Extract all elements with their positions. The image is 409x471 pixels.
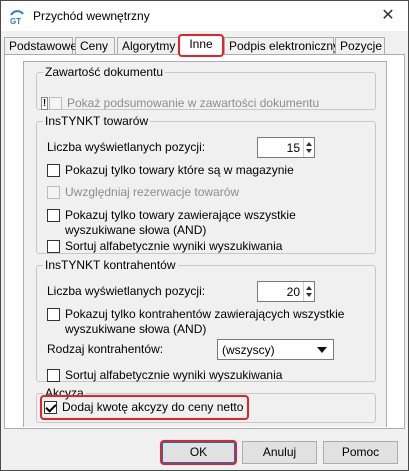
reservations-checkbox[interactable] xyxy=(47,186,60,199)
group-document-contents: Zawartość dokumentu ! Pokaż podsumowanie… xyxy=(36,65,376,110)
only-in-stock-checkbox[interactable] xyxy=(47,164,60,177)
tab-inne[interactable]: Inne xyxy=(178,34,224,57)
cancel-button[interactable]: Anuluj xyxy=(242,441,317,464)
contractors-type-label: Rodzaj kontrahentów: xyxy=(47,342,164,356)
goods-all-words-checkbox[interactable] xyxy=(47,209,60,222)
contractors-sort-label: Sortuj alfabetycznie wyniki wyszukiwania xyxy=(65,368,283,382)
options-area: Zawartość dokumentu ! Pokaż podsumowanie… xyxy=(23,61,387,427)
reservations-label: Uwzględniaj rezerwacje towarów xyxy=(65,185,240,199)
goods-count-label: Liczba wyświetlanych pozycji: xyxy=(47,140,206,154)
group-instynkt-contractors: InsTYNKT kontrahentów Liczba wyświetlany… xyxy=(36,258,376,382)
help-button[interactable]: Pomoc xyxy=(323,441,398,464)
goods-count-spinner[interactable]: 15 xyxy=(257,137,315,158)
goods-all-words-option[interactable]: Pokazuj tylko towary zawierające wszystk… xyxy=(47,208,347,238)
goods-sort-option[interactable]: Sortuj alfabetycznie wyniki wyszukiwania xyxy=(47,239,282,254)
only-in-stock-label: Pokazuj tylko towary które są w magazyni… xyxy=(65,163,294,177)
spin-down-icon[interactable] xyxy=(306,149,312,153)
reservations-option[interactable]: Uwzględniaj rezerwacje towarów xyxy=(47,185,239,200)
group-title: InsTYNKT towarów xyxy=(45,114,149,128)
spinner-arrows[interactable] xyxy=(303,282,314,301)
app-logo-icon: GT xyxy=(9,9,25,26)
group-title: Zawartość dokumentu xyxy=(45,65,164,79)
contractors-sort-option[interactable]: Sortuj alfabetycznie wyniki wyszukiwania xyxy=(47,368,282,383)
goods-sort-checkbox[interactable] xyxy=(47,240,60,253)
show-summary-option[interactable]: ! Pokaż podsumowanie w zawartości dokume… xyxy=(41,96,319,111)
contractors-count-label: Liczba wyświetlanych pozycji: xyxy=(47,284,206,298)
add-excise-checkbox[interactable] xyxy=(44,401,57,414)
contractors-type-select[interactable]: (wszyscy) xyxy=(217,339,334,360)
contractors-all-words-option[interactable]: Pokazuj tylko kontrahentów zawierających… xyxy=(47,307,357,337)
contractors-all-words-checkbox[interactable] xyxy=(47,308,60,321)
tab-ceny[interactable]: Ceny xyxy=(75,37,115,55)
goods-count-value: 15 xyxy=(286,141,300,155)
title-bar: GT Przychód wewnętrzny ✕ xyxy=(1,1,408,31)
chevron-down-icon[interactable] xyxy=(317,347,327,353)
window-title: Przychód wewnętrzny xyxy=(33,9,150,23)
warning-icon: ! xyxy=(41,97,48,110)
spin-up-icon[interactable] xyxy=(306,286,312,290)
show-summary-checkbox[interactable] xyxy=(49,97,62,110)
group-instynkt-goods: InsTYNKT towarów Liczba wyświetlanych po… xyxy=(36,114,376,254)
spinner-arrows[interactable] xyxy=(303,138,314,157)
contractors-count-value: 20 xyxy=(286,285,300,299)
tab-podpis-elektroniczny[interactable]: Podpis elektroniczny xyxy=(224,37,339,55)
tab-pozycje[interactable]: Pozycje xyxy=(335,37,385,55)
contractors-sort-checkbox[interactable] xyxy=(47,369,60,382)
contractors-type-value: (wszyscy) xyxy=(222,343,275,357)
dialog-window: GT Przychód wewnętrzny ✕ Podstawowe Ceny… xyxy=(0,0,409,471)
group-title: InsTYNKT kontrahentów xyxy=(45,258,176,272)
contractors-all-words-label: Pokazuj tylko kontrahentów zawierających… xyxy=(65,307,345,336)
add-excise-label: Dodaj kwotę akcyzy do ceny netto xyxy=(62,400,244,414)
tab-algorytmy[interactable]: Algorytmy xyxy=(117,37,179,55)
goods-sort-label: Sortuj alfabetycznie wyniki wyszukiwania xyxy=(65,239,283,253)
contractors-count-spinner[interactable]: 20 xyxy=(257,281,315,302)
show-summary-label: Pokaż podsumowanie w zawartości dokument… xyxy=(67,96,320,110)
ok-button[interactable]: OK xyxy=(160,440,237,465)
spin-down-icon[interactable] xyxy=(306,293,312,297)
goods-all-words-label: Pokazuj tylko towary zawierające wszystk… xyxy=(65,208,296,237)
add-excise-option[interactable]: Dodaj kwotę akcyzy do ceny netto xyxy=(40,395,249,420)
spin-up-icon[interactable] xyxy=(306,142,312,146)
close-icon[interactable]: ✕ xyxy=(378,6,398,26)
only-in-stock-option[interactable]: Pokazuj tylko towary które są w magazyni… xyxy=(47,163,294,178)
svg-text:GT: GT xyxy=(10,17,21,25)
tab-podstawowe[interactable]: Podstawowe xyxy=(4,37,77,55)
